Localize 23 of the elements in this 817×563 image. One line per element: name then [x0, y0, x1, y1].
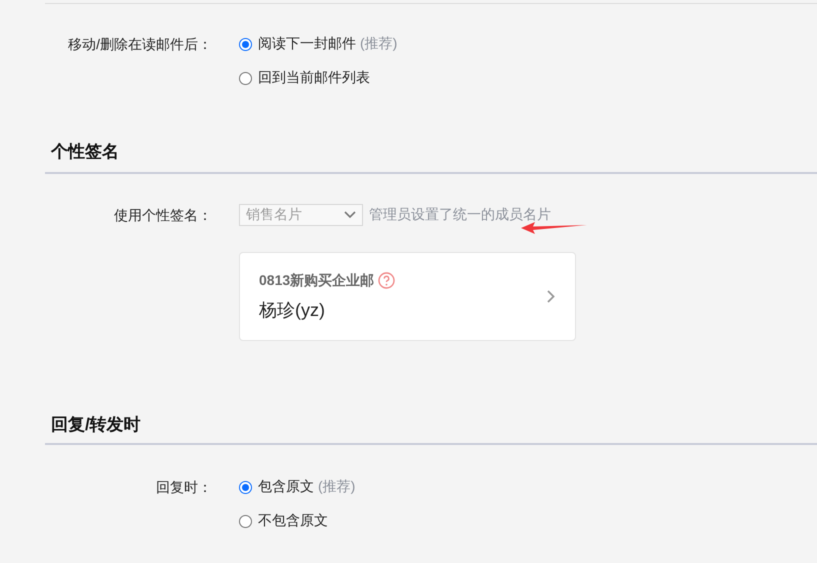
recommended-note: (推荐): [360, 35, 398, 53]
field-label: 使用个性签名：: [113, 206, 212, 225]
annotation-arrow-icon: [521, 222, 587, 234]
member-name: 杨珍(yz): [259, 298, 326, 322]
field-label: 回复时：: [155, 478, 212, 497]
recommended-note: (推荐): [318, 478, 356, 496]
option-label[interactable]: 阅读下一封邮件: [258, 35, 356, 53]
radio-button[interactable]: [239, 480, 252, 494]
radio-button[interactable]: [239, 514, 252, 528]
signature-card[interactable]: 0813新购买企业邮 杨珍(yz): [239, 252, 576, 341]
radio-button[interactable]: [239, 72, 252, 84]
hint-text: 管理员设置了统一的成员名片: [369, 206, 551, 224]
option-label[interactable]: 包含原文: [258, 478, 314, 496]
chevron-down-icon: [344, 211, 356, 219]
option-label[interactable]: 回到当前邮件列表: [258, 69, 370, 87]
option-label[interactable]: 不包含原文: [258, 512, 328, 530]
field-label: 移动/删除在读邮件后：: [67, 35, 212, 54]
section-title: 个性签名: [51, 142, 119, 161]
section-title: 回复/转发时: [51, 415, 141, 434]
company-name: 0813新购买企业邮: [259, 272, 374, 290]
chevron-right-icon: [547, 290, 555, 303]
radio-button[interactable]: [239, 38, 252, 50]
help-icon[interactable]: [378, 272, 396, 289]
